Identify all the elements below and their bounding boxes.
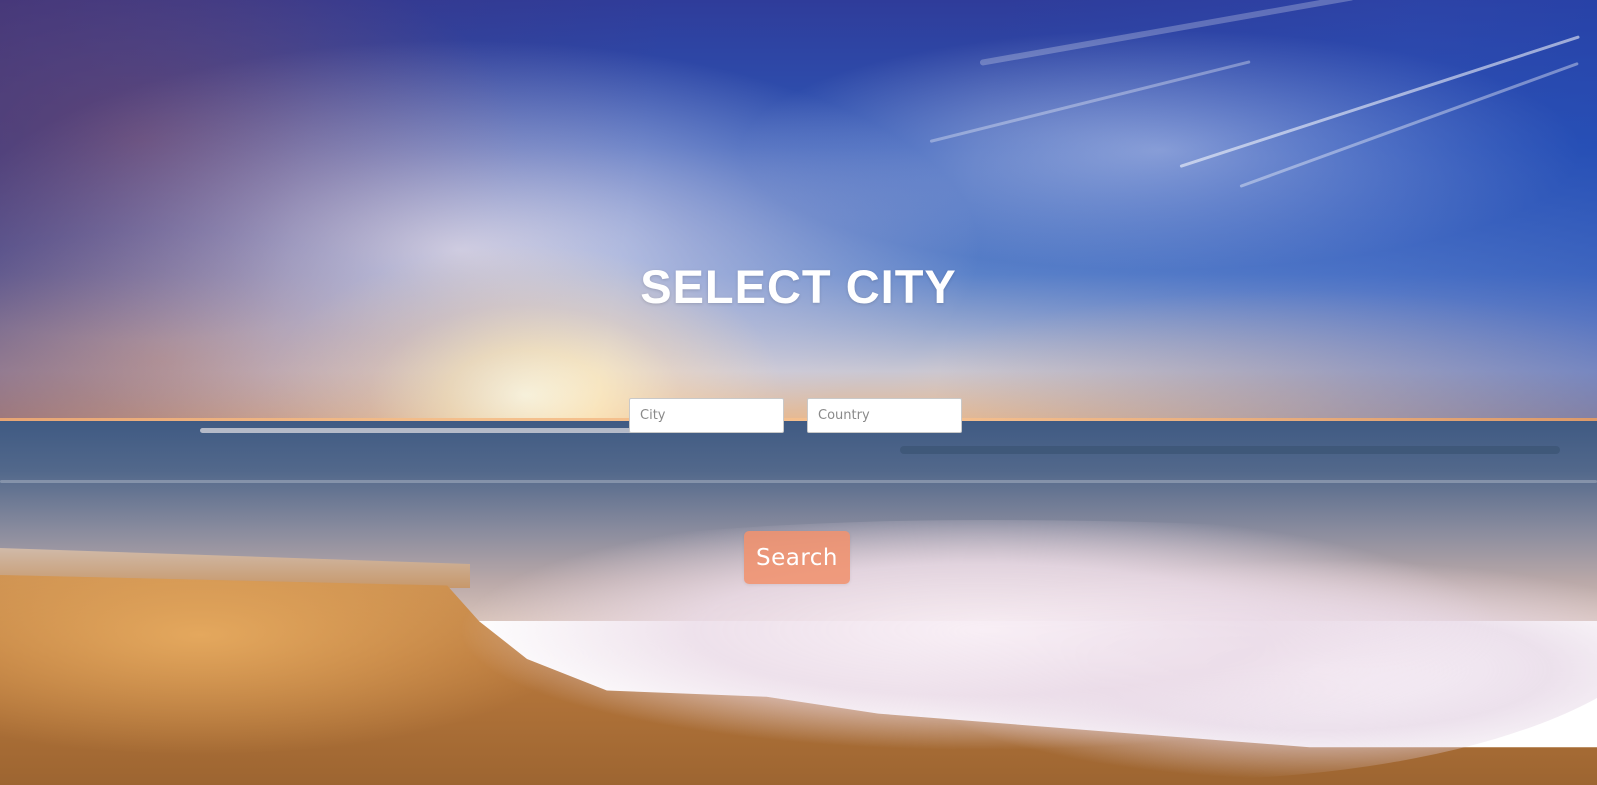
country-input[interactable] [807,398,962,433]
beach-background [0,0,1597,785]
city-input[interactable] [629,398,784,433]
sky-haze [0,0,1597,422]
wave-crest [900,446,1560,454]
page-title: SELECT CITY [640,260,957,314]
wave-crest [0,480,1597,483]
wave-crest [200,428,640,433]
search-button[interactable]: Search [744,531,850,584]
